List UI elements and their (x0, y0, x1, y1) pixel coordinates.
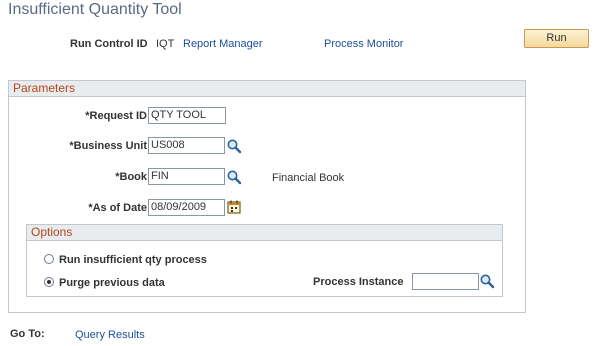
process-instance-label: Process Instance (313, 276, 404, 288)
query-results-link[interactable]: Query Results (75, 329, 145, 341)
request-id-field[interactable]: QTY TOOL (148, 107, 226, 124)
business-unit-field[interactable]: US008 (148, 137, 225, 154)
options-header: Options (27, 225, 502, 241)
book-field[interactable]: FIN (148, 168, 225, 185)
run-button[interactable]: Run (524, 29, 589, 48)
search-icon[interactable] (479, 273, 495, 289)
purge-data-radio-label[interactable]: Purge previous data (59, 277, 165, 289)
request-id-label: *Request ID (85, 110, 147, 122)
page-title: Insufficient Quantity Tool (8, 1, 182, 18)
as-of-date-label: *As of Date (88, 202, 147, 214)
run-process-radio[interactable] (44, 254, 54, 264)
search-icon[interactable] (226, 138, 242, 154)
run-process-radio-label[interactable]: Run insufficient qty process (59, 254, 207, 266)
run-control-label: Run Control ID (70, 38, 148, 50)
purge-data-radio[interactable] (44, 277, 54, 287)
book-description: Financial Book (272, 172, 345, 184)
search-icon[interactable] (226, 169, 242, 185)
process-instance-field[interactable] (412, 273, 479, 290)
book-label: *Book (115, 171, 147, 183)
as-of-date-field[interactable]: 08/09/2009 (148, 199, 225, 216)
process-monitor-link[interactable]: Process Monitor (324, 38, 403, 50)
parameters-header: Parameters (9, 81, 525, 97)
report-manager-link[interactable]: Report Manager (183, 38, 263, 50)
run-control-value: IQT (156, 38, 175, 50)
business-unit-label: *Business Unit (69, 140, 147, 152)
calendar-icon[interactable] (226, 199, 242, 215)
goto-label: Go To: (10, 328, 45, 340)
